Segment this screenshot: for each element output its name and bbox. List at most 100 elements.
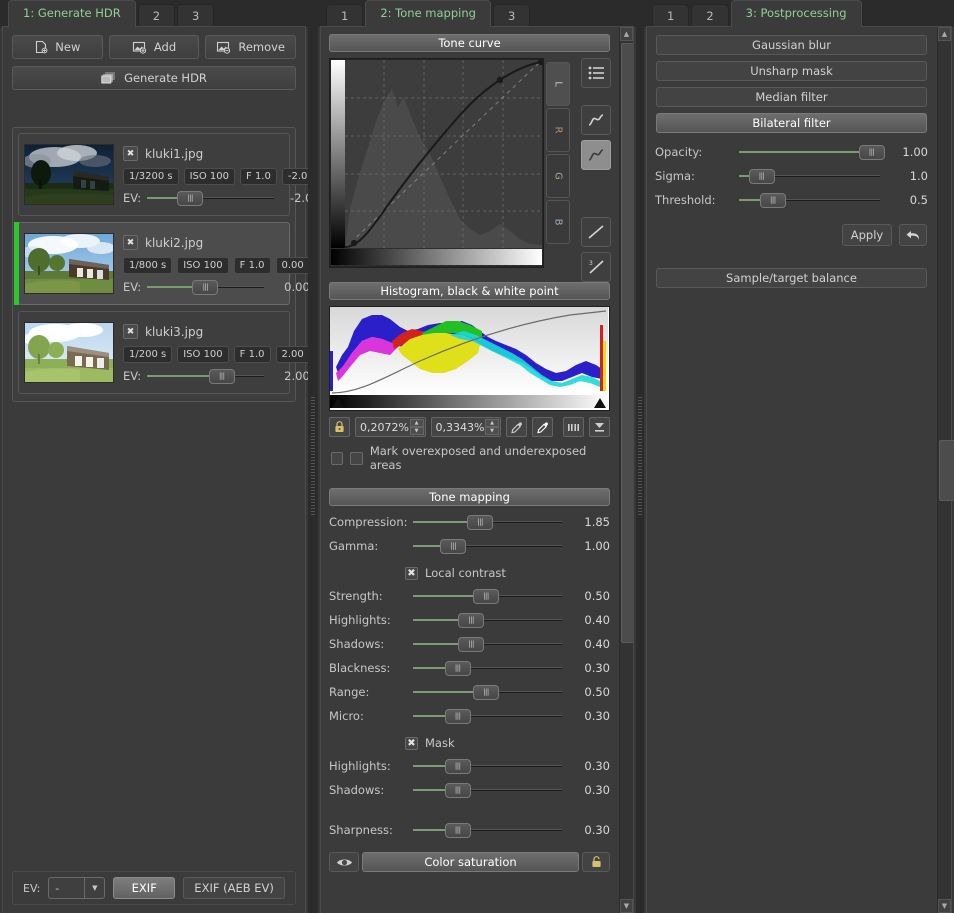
splitter-left[interactable] xyxy=(308,0,318,913)
scroll-down-icon[interactable]: ▼ xyxy=(938,899,951,913)
auto-levels-icon[interactable] xyxy=(563,417,585,437)
range-slider[interactable] xyxy=(413,685,562,700)
curve-spline-icon[interactable] xyxy=(581,140,611,170)
sharpness-slider[interactable] xyxy=(413,823,562,838)
gamma-slider[interactable] xyxy=(413,539,562,554)
median-filter-button[interactable]: Median filter xyxy=(656,87,927,107)
tab-right-2[interactable]: 2 xyxy=(691,4,729,27)
channel-button-b[interactable]: B xyxy=(546,200,570,244)
white-point-input[interactable]: 0,3343% ▲ ▼ xyxy=(430,417,502,437)
list-item[interactable]: ✖ kluki2.jpg 1/800 s ISO 100 F 1.0 0.00 … xyxy=(14,222,310,305)
mark-underexposed-checkbox[interactable]: ✖ xyxy=(350,451,363,465)
tab-left-2[interactable]: 2 xyxy=(137,4,176,27)
ev-slider[interactable] xyxy=(147,190,274,206)
opacity-slider[interactable] xyxy=(739,145,885,160)
slider-knob[interactable] xyxy=(444,823,471,838)
curve-linear-icon[interactable] xyxy=(581,217,611,247)
blackness-slider[interactable] xyxy=(413,661,562,676)
color-saturation-header[interactable]: Color saturation xyxy=(362,852,579,872)
mask-checkbox[interactable]: ✖ xyxy=(405,736,418,750)
slider-knob[interactable] xyxy=(444,759,471,774)
slider-knob[interactable] xyxy=(444,709,471,724)
list-item[interactable]: ✖ kluki3.jpg 1/200 s ISO 100 F 1.0 2.00 … xyxy=(18,311,310,394)
remove-button[interactable]: Remove xyxy=(205,35,297,59)
ev-source-select[interactable]: - ▼ xyxy=(48,877,106,899)
tab-mid-1[interactable]: 1 xyxy=(326,4,364,27)
tab-postprocessing[interactable]: 3: Postprocessing xyxy=(730,0,862,27)
strength-slider[interactable] xyxy=(413,589,562,604)
tab-generate-hdr[interactable]: 1: Generate HDR xyxy=(8,0,136,27)
eye-toggle-icon[interactable] xyxy=(329,852,359,872)
tone-mapping-header[interactable]: Tone mapping xyxy=(329,488,610,506)
slider-knob[interactable] xyxy=(458,613,485,628)
exif-aeb-button[interactable]: EXIF (AEB EV) xyxy=(183,877,285,899)
list-item[interactable]: ✖ kluki1.jpg 1/3200 s ISO 100 F 1.0 -2.0… xyxy=(18,133,320,216)
slider-knob[interactable] xyxy=(444,661,471,676)
micro-slider[interactable] xyxy=(413,709,562,724)
generate-hdr-button[interactable]: Generate HDR xyxy=(12,66,296,90)
ev-slider[interactable] xyxy=(147,368,264,384)
curve-presets-icon[interactable] xyxy=(581,58,611,88)
apply-button[interactable]: Apply xyxy=(842,224,892,246)
tone-curve-canvas[interactable] xyxy=(329,58,545,268)
bilateral-filter-button[interactable]: Bilateral filter xyxy=(656,113,927,133)
right-scrollbar[interactable]: ▲ ▼ xyxy=(937,27,954,913)
slider-knob[interactable] xyxy=(208,368,235,384)
slider-knob[interactable] xyxy=(458,637,485,652)
scroll-thumb[interactable] xyxy=(621,43,633,643)
slider-knob[interactable] xyxy=(759,193,786,208)
mask-highlights-slider[interactable] xyxy=(413,759,562,774)
exif-button[interactable]: EXIF xyxy=(113,877,176,899)
histogram-header[interactable]: Histogram, black & white point xyxy=(329,282,610,300)
black-point-input[interactable]: 0,2072% ▲ ▼ xyxy=(354,417,426,437)
sample-target-balance-button[interactable]: Sample/target balance xyxy=(656,268,927,288)
source-image-list[interactable]: ✖ kluki1.jpg 1/3200 s ISO 100 F 1.0 -2.0… xyxy=(12,127,320,402)
remove-item-icon[interactable]: ✖ xyxy=(123,235,138,250)
ev-slider[interactable] xyxy=(147,279,264,295)
slider-knob[interactable] xyxy=(748,169,775,184)
slider-knob[interactable] xyxy=(858,145,885,160)
slider-knob[interactable] xyxy=(177,190,204,206)
tab-left-3[interactable]: 3 xyxy=(177,4,215,27)
local-contrast-checkbox[interactable]: ✖ xyxy=(405,566,418,580)
scroll-up-icon[interactable]: ▲ xyxy=(620,27,633,41)
compression-slider[interactable] xyxy=(413,515,562,530)
slider-knob[interactable] xyxy=(440,539,467,554)
sigma-slider[interactable] xyxy=(739,169,880,184)
channel-button-l[interactable]: L xyxy=(546,62,570,106)
eyedropper-white-icon[interactable] xyxy=(532,417,554,437)
tone-curve-header[interactable]: Tone curve xyxy=(329,34,610,52)
lc-shadows-slider[interactable] xyxy=(413,637,562,652)
gaussian-blur-button[interactable]: Gaussian blur xyxy=(656,35,927,55)
middle-scrollbar[interactable]: ▲ ▼ xyxy=(619,27,633,913)
add-button[interactable]: Add xyxy=(108,35,200,59)
slider-knob[interactable] xyxy=(444,783,471,798)
reset-levels-icon[interactable] xyxy=(589,417,611,437)
slider-knob[interactable] xyxy=(473,685,499,700)
slider-knob[interactable] xyxy=(467,515,494,530)
chevron-down-icon[interactable]: ▼ xyxy=(84,878,104,898)
histogram-canvas[interactable] xyxy=(329,306,610,411)
scroll-thumb[interactable] xyxy=(939,439,954,501)
lc-highlights-slider[interactable] xyxy=(413,613,562,628)
mark-overexposed-checkbox[interactable]: ✖ xyxy=(331,451,344,465)
splitter-right[interactable] xyxy=(636,0,644,913)
black-point-stepper[interactable]: ▲ ▼ xyxy=(409,419,424,435)
new-button[interactable]: New xyxy=(12,35,103,59)
white-point-stepper[interactable]: ▲ ▼ xyxy=(485,419,500,435)
undo-button[interactable] xyxy=(899,224,927,246)
unsharp-mask-button[interactable]: Unsharp mask xyxy=(656,61,927,81)
tab-tone-mapping[interactable]: 2: Tone mapping xyxy=(365,0,491,27)
mask-shadows-slider[interactable] xyxy=(413,783,562,798)
eyedropper-black-icon[interactable] xyxy=(506,417,528,437)
unlock-icon[interactable] xyxy=(582,852,610,872)
remove-item-icon[interactable]: ✖ xyxy=(123,146,138,161)
channel-button-g[interactable]: G xyxy=(546,154,570,198)
lock-icon[interactable] xyxy=(329,417,350,437)
slider-knob[interactable] xyxy=(473,589,499,604)
remove-item-icon[interactable]: ✖ xyxy=(123,324,138,339)
tab-right-1[interactable]: 1 xyxy=(652,4,690,27)
curve-cubic-icon[interactable]: 3 xyxy=(581,252,611,282)
scroll-down-icon[interactable]: ▼ xyxy=(620,899,633,913)
scroll-up-icon[interactable]: ▲ xyxy=(938,27,951,41)
